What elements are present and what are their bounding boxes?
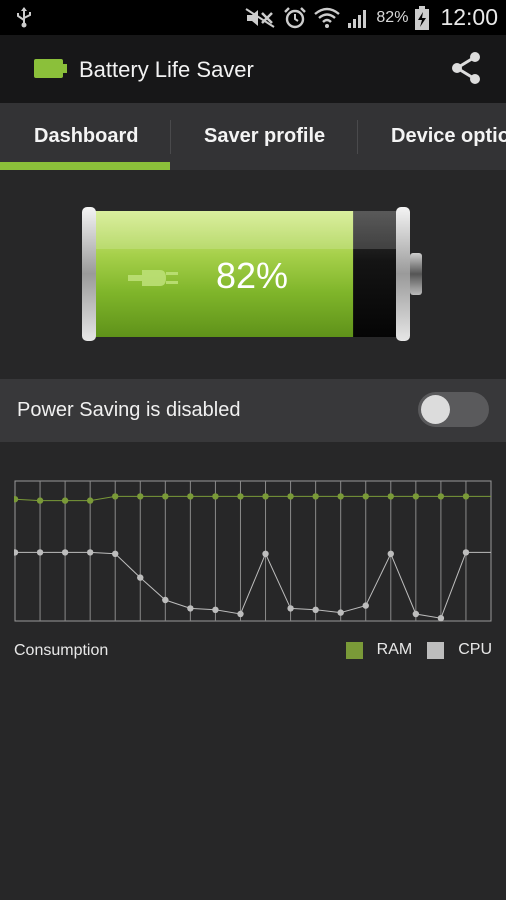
chart-legend-title: Consumption — [14, 642, 109, 659]
clock-text: 12:00 — [440, 4, 498, 30]
toggle-knob — [421, 395, 450, 424]
wifi-icon — [314, 7, 341, 28]
ram-data-point — [61, 497, 69, 504]
ram-data-point — [262, 493, 269, 500]
ram-data-point — [137, 493, 144, 500]
power-saving-label: Power Saving is disabled — [17, 399, 241, 421]
ram-data-point — [162, 493, 169, 500]
battery-level-text: 82% — [215, 255, 289, 296]
share-icon[interactable] — [450, 51, 484, 85]
ram-legend-label: RAM — [376, 641, 413, 658]
cpu-data-point — [287, 605, 294, 612]
cpu-legend-swatch — [427, 641, 445, 659]
action-bar: Battery Life Saver — [0, 35, 506, 103]
ram-data-point — [362, 493, 369, 500]
ram-series-line — [14, 495, 491, 502]
cpu-data-point — [462, 549, 470, 556]
battery-percent-text: 82% — [376, 8, 409, 26]
cpu-data-point — [162, 596, 169, 604]
status-bar: 82% 12:00 — [0, 0, 506, 35]
ram-legend-swatch — [345, 641, 363, 659]
app-title: Battery Life Saver — [79, 57, 254, 82]
tab-saver-profile[interactable]: Saver profile — [204, 103, 325, 170]
ram-data-point — [14, 496, 19, 503]
ram-data-point — [212, 493, 219, 500]
tab-device-options[interactable]: Device options — [391, 103, 506, 170]
cpu-data-point — [412, 610, 420, 618]
ram-data-point — [112, 493, 119, 500]
ram-data-point — [437, 493, 445, 500]
ram-data-point — [387, 493, 394, 500]
cpu-data-point — [262, 550, 269, 557]
ram-data-point — [337, 493, 344, 500]
cpu-data-point — [362, 602, 369, 609]
power-saving-toggle[interactable] — [418, 392, 489, 427]
ram-data-point — [287, 493, 294, 500]
cpu-data-point — [36, 549, 44, 556]
ram-data-point — [412, 493, 420, 500]
cpu-data-point — [237, 610, 244, 618]
cpu-data-point — [86, 549, 94, 556]
cpu-data-point — [437, 615, 445, 622]
signal-icon — [348, 9, 367, 28]
cpu-data-point — [312, 606, 319, 613]
ram-data-point — [312, 493, 319, 500]
cpu-data-point — [187, 605, 194, 612]
cpu-data-point — [212, 606, 219, 613]
tab-divider — [170, 120, 171, 154]
chart-frame — [14, 480, 492, 622]
battery-charging-icon — [415, 5, 430, 30]
tab-dashboard[interactable]: Dashboard — [34, 103, 138, 170]
mute-icon — [245, 7, 275, 28]
chart-legend: RAM CPU — [345, 641, 492, 659]
cpu-data-point — [337, 609, 344, 616]
ram-data-point — [237, 493, 244, 500]
cpu-legend-label: CPU — [458, 641, 492, 658]
tab-bar: Dashboard Saver profile Device options — [0, 103, 506, 170]
consumption-chart — [14, 480, 492, 622]
alarm-icon — [284, 6, 307, 28]
cpu-data-point — [14, 549, 19, 556]
cpu-data-point — [61, 549, 69, 556]
ram-data-point — [36, 497, 44, 504]
ram-data-point — [462, 493, 470, 500]
usb-icon — [17, 7, 31, 28]
ram-data-point — [86, 497, 94, 504]
cpu-data-point — [137, 574, 144, 581]
cpu-series-line — [15, 551, 491, 619]
tab-divider — [357, 120, 358, 154]
cpu-data-point — [387, 550, 394, 557]
cpu-data-point — [112, 550, 119, 557]
battery-icon — [34, 59, 67, 78]
ram-data-point — [187, 493, 194, 500]
selected-tab-indicator — [0, 162, 170, 170]
